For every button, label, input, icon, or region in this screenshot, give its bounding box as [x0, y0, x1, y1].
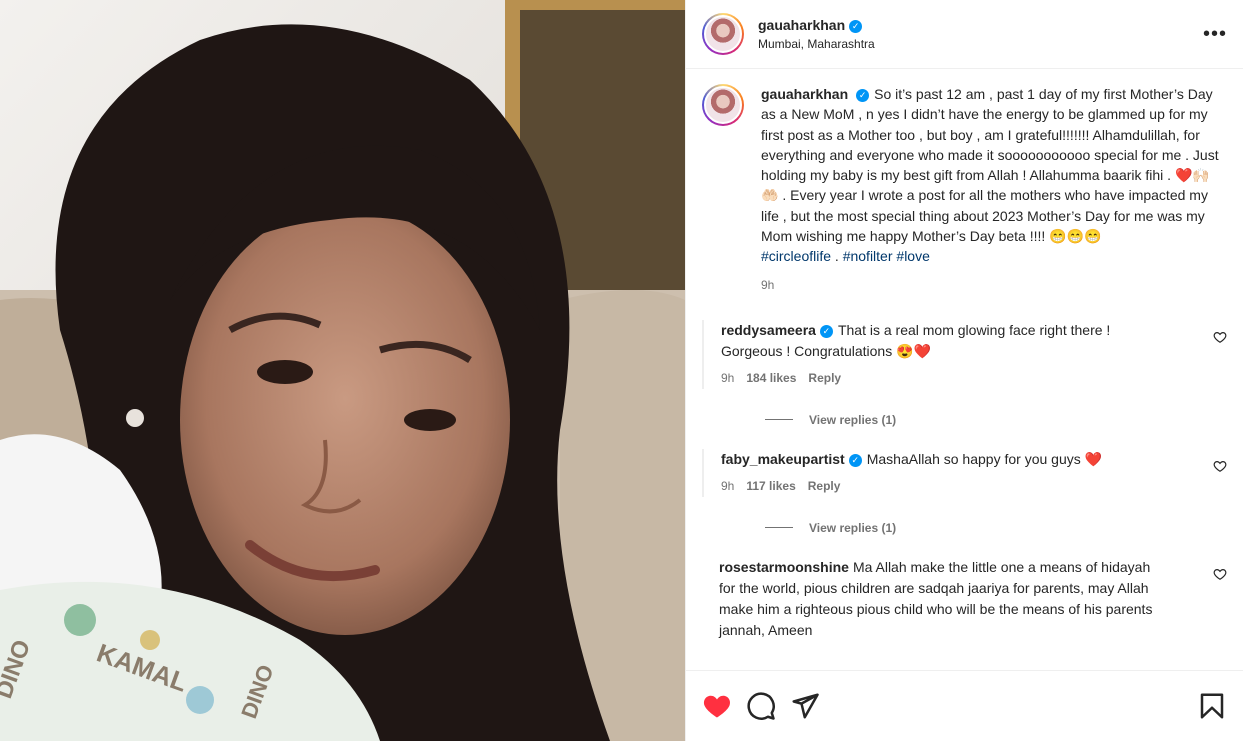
- hashtag-separator: .: [831, 248, 843, 265]
- author-avatar[interactable]: [702, 13, 744, 55]
- comment-text: MashaAllah so happy for you guys ❤️: [866, 450, 1103, 467]
- verified-badge-icon: ✓: [849, 19, 863, 33]
- replies-divider: [765, 419, 793, 421]
- commenter-username[interactable]: reddysameera: [721, 322, 816, 338]
- comment-time[interactable]: 9h: [721, 476, 734, 497]
- view-replies-label: View replies (1): [809, 520, 897, 535]
- view-replies-button[interactable]: View replies (1): [765, 413, 1227, 427]
- caption-text: So it’s past 12 am , past 1 day of my fi…: [761, 86, 1219, 245]
- more-options-icon[interactable]: •••: [1203, 23, 1227, 46]
- reply-button[interactable]: Reply: [808, 476, 841, 497]
- comments-scroll[interactable]: gauaharkhan ✓ So it’s past 12 am , past 1 …: [686, 70, 1243, 670]
- post-header: gauaharkhan ✓ Mumbai, Maharashtra •••: [686, 0, 1243, 69]
- hashtag-link[interactable]: #circleoflife: [761, 248, 831, 264]
- comment-item: faby_makeupartist ✓ MashaAllah so happy fo…: [702, 448, 1227, 497]
- hashtag-link[interactable]: #nofilter: [843, 248, 893, 264]
- comment-time[interactable]: 9h: [721, 368, 734, 389]
- heart-filled-icon[interactable]: [702, 691, 732, 721]
- post-details-panel: gauaharkhan ✓ Mumbai, Maharashtra ••• gau…: [685, 0, 1243, 741]
- view-replies-label: View replies (1): [809, 412, 897, 427]
- caption-username[interactable]: gauaharkhan: [761, 86, 848, 102]
- verified-badge-icon: ✓: [848, 453, 862, 467]
- caption-hashtags: #circleoflife . #nofilter #love: [761, 246, 1219, 266]
- reply-button[interactable]: Reply: [808, 368, 841, 389]
- verified-badge-icon: ✓: [856, 88, 870, 102]
- caption-author-avatar[interactable]: [702, 84, 744, 126]
- verified-badge-icon: ✓: [819, 324, 833, 338]
- comment-item: reddysameera ✓ That is a real mom glowing …: [702, 319, 1227, 389]
- comment-item: rosestarmoonshine Ma Allah make the littl…: [702, 557, 1227, 641]
- selfie-image: KAMAL DINO DINO: [0, 0, 685, 741]
- caption-time[interactable]: 9h: [761, 275, 1219, 295]
- comment-meta: 9h 117 likes Reply: [721, 476, 1156, 497]
- author-username[interactable]: gauaharkhan: [758, 17, 845, 33]
- comment-icon[interactable]: [746, 691, 776, 721]
- hashtag-link[interactable]: #love: [896, 248, 929, 264]
- heart-outline-icon[interactable]: [1213, 567, 1227, 581]
- post-modal: KAMAL DINO DINO gauaharkhan ✓ Mumbai, Mah…: [0, 0, 1243, 741]
- author-meta: gauaharkhan ✓ Mumbai, Maharashtra: [758, 17, 875, 51]
- heart-outline-icon[interactable]: [1213, 459, 1227, 473]
- post-location[interactable]: Mumbai, Maharashtra: [758, 37, 875, 51]
- view-replies-button[interactable]: View replies (1): [765, 521, 1227, 535]
- comment-meta: 9h 184 likes Reply: [721, 368, 1156, 389]
- commenter-avatar[interactable]: [702, 319, 704, 389]
- comment-likes[interactable]: 117 likes: [746, 476, 795, 497]
- post-actions: [686, 670, 1243, 741]
- share-icon[interactable]: [790, 691, 820, 721]
- commenter-username[interactable]: rosestarmoonshine: [719, 559, 849, 575]
- bookmark-icon[interactable]: [1197, 691, 1227, 721]
- caption: gauaharkhan ✓ So it’s past 12 am , past 1 …: [702, 84, 1227, 295]
- commenter-avatar[interactable]: [702, 448, 704, 497]
- comment-likes[interactable]: 184 likes: [746, 368, 796, 389]
- heart-outline-icon[interactable]: [1213, 330, 1227, 344]
- commenter-username[interactable]: faby_makeupartist: [721, 451, 845, 467]
- replies-divider: [765, 527, 793, 529]
- post-photo[interactable]: KAMAL DINO DINO: [0, 0, 685, 741]
